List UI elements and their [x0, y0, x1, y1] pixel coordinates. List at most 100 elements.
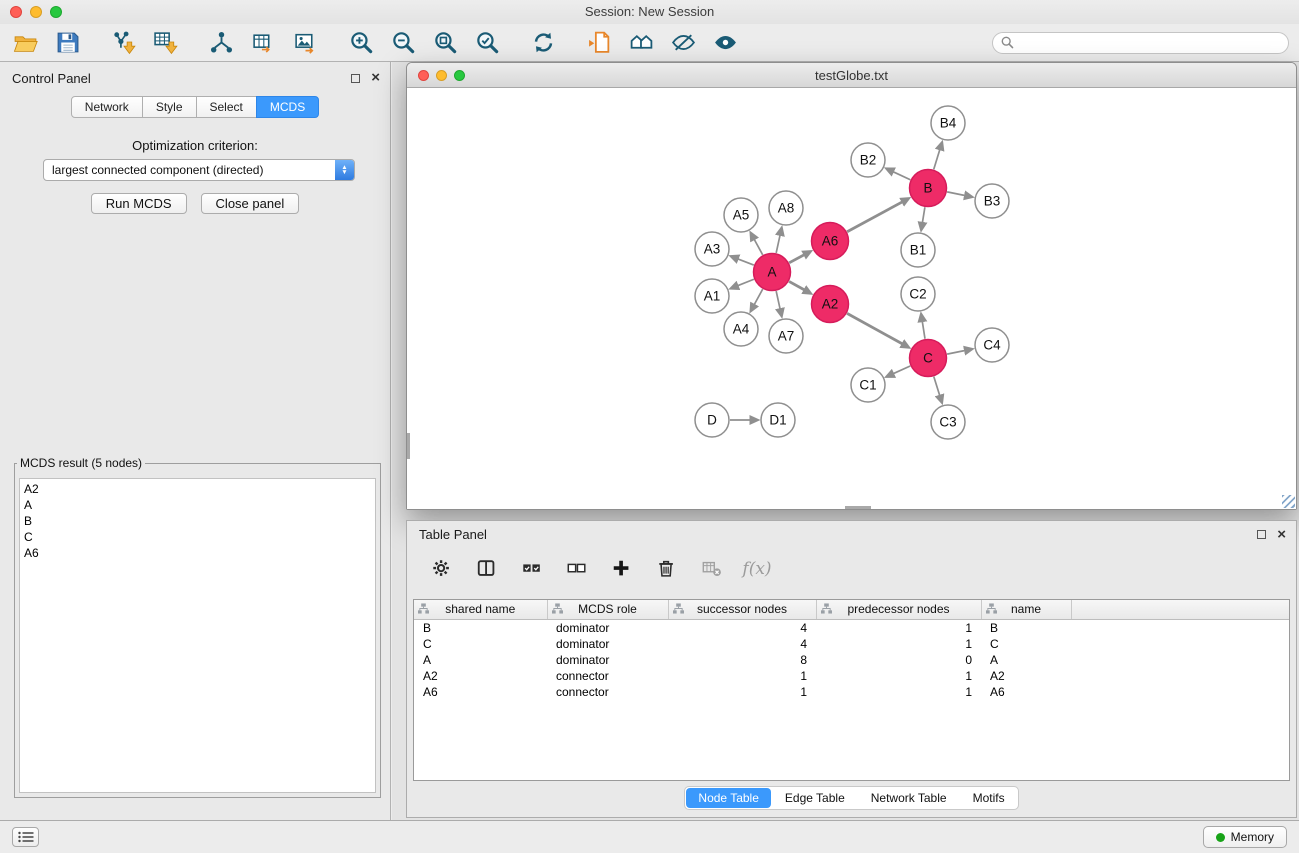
table-row[interactable]: Bdominator41B: [414, 619, 1289, 636]
network-zoom-button[interactable]: [454, 70, 465, 81]
graph-edge-A-A6[interactable]: [789, 254, 805, 262]
import-table-from-file-button[interactable]: [150, 28, 180, 58]
graph-node-B3[interactable]: B3: [975, 184, 1009, 218]
graph-edge-C-C4[interactable]: [947, 350, 965, 354]
column-header-shared-name[interactable]: shared name: [414, 600, 547, 619]
table-tab-edge-table[interactable]: Edge Table: [773, 788, 857, 808]
tab-select[interactable]: Select: [196, 96, 257, 118]
graph-node-A8[interactable]: A8: [769, 191, 803, 225]
table-tab-network-table[interactable]: Network Table: [859, 788, 959, 808]
new-network-from-selection-button[interactable]: [584, 28, 614, 58]
memory-button[interactable]: Memory: [1203, 826, 1287, 848]
table-float-panel-icon[interactable]: [1257, 530, 1266, 539]
graph-node-C1[interactable]: C1: [851, 368, 885, 402]
graph-node-A7[interactable]: A7: [769, 319, 803, 353]
task-history-button[interactable]: [12, 827, 39, 847]
mcds-result-item[interactable]: A6: [24, 545, 371, 561]
graph-edge-A-A4[interactable]: [754, 289, 763, 305]
graph-node-A[interactable]: A: [754, 254, 791, 291]
delete-columns-button[interactable]: [699, 556, 725, 582]
network-canvas[interactable]: B4B2BB3A5A8A6B1A3AC2A1A2A4A7C4CC1C3DD1: [407, 88, 1296, 509]
graph-node-B[interactable]: B: [910, 170, 947, 207]
graph-node-D[interactable]: D: [695, 403, 729, 437]
tab-network[interactable]: Network: [71, 96, 143, 118]
table-settings-button[interactable]: [429, 556, 455, 582]
first-neighbors-button[interactable]: [626, 28, 656, 58]
network-window-titlebar[interactable]: testGlobe.txt: [407, 63, 1296, 88]
graph-edge-A-A7[interactable]: [776, 291, 780, 310]
graph-node-A2[interactable]: A2: [812, 286, 849, 323]
horizontal-scroll-thumb[interactable]: [845, 506, 871, 509]
deselect-all-button[interactable]: [564, 556, 590, 582]
graph-node-C3[interactable]: C3: [931, 405, 965, 439]
zoom-out-button[interactable]: [388, 28, 418, 58]
column-header-predecessor-nodes[interactable]: predecessor nodes: [816, 600, 981, 619]
graph-edge-A-A5[interactable]: [754, 239, 763, 255]
table-row[interactable]: Adominator80A: [414, 652, 1289, 668]
graph-edge-B-B3[interactable]: [947, 192, 965, 196]
export-table-button[interactable]: [248, 28, 278, 58]
refresh-view-button[interactable]: [528, 28, 558, 58]
graph-edge-A6-B[interactable]: [847, 202, 903, 232]
graph-node-C2[interactable]: C2: [901, 277, 935, 311]
graph-edge-B-B2[interactable]: [892, 171, 910, 179]
show-all-button[interactable]: [710, 28, 740, 58]
table-tab-node-table[interactable]: Node Table: [686, 788, 771, 808]
close-panel-button[interactable]: Close panel: [201, 193, 300, 214]
float-panel-icon[interactable]: [351, 74, 360, 83]
tab-style[interactable]: Style: [142, 96, 197, 118]
graph-edge-A2-C[interactable]: [847, 313, 903, 344]
table-row[interactable]: A6connector11A6: [414, 684, 1289, 700]
column-header-mcds-role[interactable]: MCDS role: [547, 600, 668, 619]
network-close-button[interactable]: [418, 70, 429, 81]
graph-node-A4[interactable]: A4: [724, 312, 758, 346]
graph-edge-C-C1[interactable]: [893, 366, 911, 374]
column-header-successor-nodes[interactable]: successor nodes: [668, 600, 816, 619]
graph-node-A1[interactable]: A1: [695, 279, 729, 313]
mcds-result-item[interactable]: C: [24, 529, 371, 545]
graph-node-C[interactable]: C: [910, 340, 947, 377]
graph-edge-A-A8[interactable]: [776, 234, 780, 253]
vertical-scroll-thumb[interactable]: [407, 433, 410, 459]
table-tab-motifs[interactable]: Motifs: [961, 788, 1017, 808]
fullscreen-window-button[interactable]: [50, 6, 62, 18]
search-field[interactable]: [992, 32, 1289, 54]
graph-edge-A-A1[interactable]: [737, 279, 754, 286]
close-panel-icon[interactable]: ×: [371, 73, 380, 83]
network-graph[interactable]: B4B2BB3A5A8A6B1A3AC2A1A2A4A7C4CC1C3DD1: [407, 88, 1296, 509]
graph-node-D1[interactable]: D1: [761, 403, 795, 437]
close-window-button[interactable]: [10, 6, 22, 18]
import-network-from-file-button[interactable]: [108, 28, 138, 58]
mcds-result-list[interactable]: A2ABCA6: [19, 478, 376, 793]
graph-node-A6[interactable]: A6: [812, 223, 849, 260]
tab-mcds[interactable]: MCDS: [256, 96, 319, 118]
share-network-button[interactable]: [206, 28, 236, 58]
graph-node-B2[interactable]: B2: [851, 143, 885, 177]
table-close-panel-icon[interactable]: ×: [1277, 530, 1286, 540]
graph-edge-B-B1[interactable]: [922, 207, 925, 223]
resize-grip[interactable]: [1282, 495, 1295, 508]
graph-edge-A-A3[interactable]: [737, 259, 754, 265]
graph-node-B1[interactable]: B1: [901, 233, 935, 267]
save-session-button[interactable]: [52, 28, 82, 58]
network-minimize-button[interactable]: [436, 70, 447, 81]
zoom-selected-button[interactable]: [472, 28, 502, 58]
graph-edge-A-A2[interactable]: [789, 281, 805, 290]
run-mcds-button[interactable]: Run MCDS: [91, 193, 187, 214]
graph-node-A5[interactable]: A5: [724, 198, 758, 232]
mcds-result-item[interactable]: B: [24, 513, 371, 529]
delete-rows-button[interactable]: [654, 556, 680, 582]
optimization-dropdown[interactable]: largest connected component (directed) ▲…: [43, 159, 355, 181]
select-all-button[interactable]: [519, 556, 545, 582]
graph-edge-C-C2[interactable]: [922, 321, 925, 339]
graph-node-B4[interactable]: B4: [931, 106, 965, 140]
show-columns-button[interactable]: [474, 556, 500, 582]
hide-selected-button[interactable]: [668, 28, 698, 58]
table-row[interactable]: Cdominator41C: [414, 636, 1289, 652]
mcds-result-item[interactable]: A2: [24, 481, 371, 497]
mcds-result-item[interactable]: A: [24, 497, 371, 513]
graph-node-C4[interactable]: C4: [975, 328, 1009, 362]
function-builder-button[interactable]: f(x): [744, 556, 770, 582]
zoom-fit-button[interactable]: [430, 28, 460, 58]
minimize-window-button[interactable]: [30, 6, 42, 18]
